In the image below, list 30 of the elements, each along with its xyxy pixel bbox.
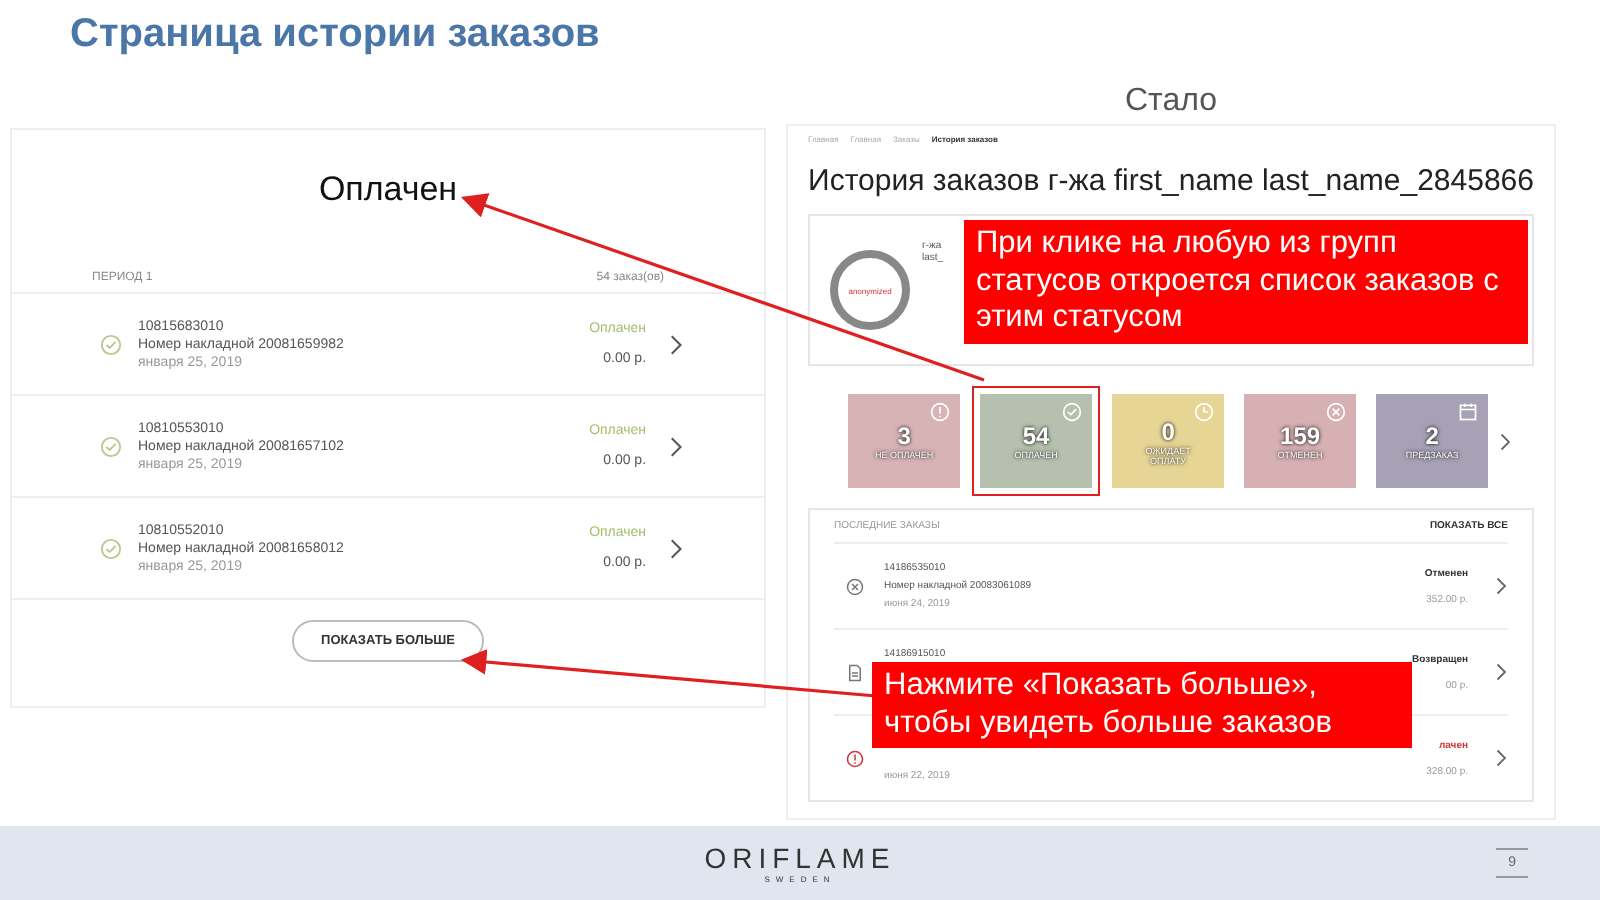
callout-note: При клике на любую из групп статусов откроется список заказов с этим статусом — [964, 220, 1528, 344]
chevron-right-icon[interactable] — [670, 333, 685, 355]
chevron-right-icon[interactable] — [1500, 431, 1513, 451]
brand-logo: ORIFLAME — [704, 842, 896, 874]
alert-icon — [930, 402, 951, 422]
slide-title: Страница истории заказов — [70, 12, 600, 58]
calendar-icon — [1458, 402, 1479, 422]
check-circle-icon — [100, 537, 122, 559]
chevron-right-icon[interactable] — [670, 537, 685, 559]
check-icon — [1062, 402, 1083, 422]
after-label: Стало — [1125, 84, 1218, 122]
callout-note: Нажмите «Показать больше», чтобы увидеть больше заказов — [872, 662, 1412, 749]
list-heading: Оплачен — [318, 170, 458, 210]
alert-icon — [846, 749, 865, 767]
tile-count: 2 — [1425, 422, 1439, 450]
chevron-right-icon[interactable] — [1496, 576, 1508, 596]
check-circle-icon — [100, 435, 122, 457]
tile-count: 54 — [1022, 422, 1050, 450]
document-icon — [846, 663, 865, 681]
chevron-right-icon[interactable] — [1496, 662, 1508, 682]
check-circle-icon — [100, 333, 122, 355]
tile-count: 0 — [1161, 417, 1175, 445]
cancel-icon — [1326, 402, 1347, 422]
chevron-right-icon[interactable] — [1496, 748, 1508, 768]
chevron-right-icon[interactable] — [670, 435, 685, 457]
page-heading: История заказов г-жа first_name last_name_2845866 — [808, 164, 1534, 198]
tile-count: 159 — [1280, 422, 1321, 450]
cancel-icon — [846, 577, 865, 595]
tile-count: 3 — [897, 422, 911, 450]
clock-icon — [1194, 402, 1215, 422]
